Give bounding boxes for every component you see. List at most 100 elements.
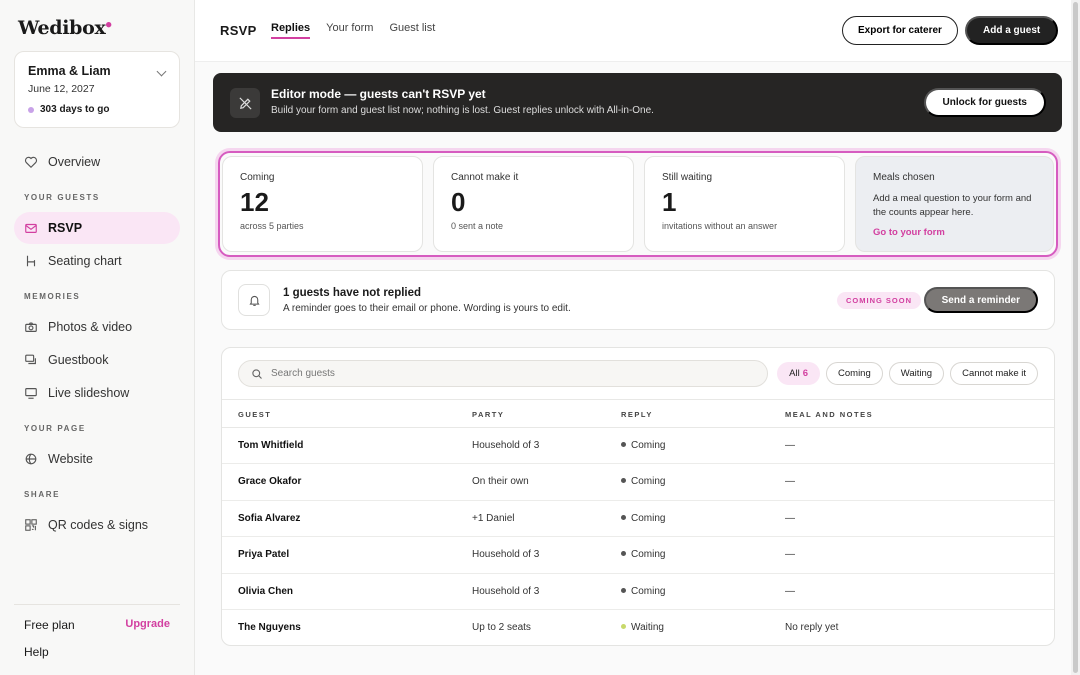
envelope-icon — [24, 221, 38, 235]
guest-party: Household of 3 — [472, 549, 540, 561]
chat-icon — [24, 353, 38, 367]
guest-table: All6 Coming Waiting Cannot make it GUEST… — [221, 347, 1055, 646]
globe-icon — [24, 452, 38, 466]
guest-party: Household of 3 — [472, 440, 540, 451]
table-header: GUEST PARTY REPLY MEAL AND NOTES — [222, 399, 1054, 428]
reply-status-dot-icon — [621, 587, 626, 593]
search-icon — [252, 368, 262, 379]
column-header-party[interactable]: PARTY — [472, 410, 504, 419]
sidebar-item-rsvp[interactable]: RSVP — [14, 212, 180, 244]
banner-title: Editor mode — guests can't RSVP yet — [271, 87, 486, 101]
export-caterer-button[interactable]: Export for caterer — [842, 16, 958, 45]
guest-reply: Coming — [621, 586, 665, 597]
tab-guest-list[interactable]: Guest list — [389, 22, 435, 39]
upgrade-link[interactable]: Upgrade — [125, 618, 170, 632]
page-header: RSVP Replies Your form Guest list Export… — [195, 0, 1080, 62]
guest-name: Priya Patel — [238, 549, 290, 561]
scrollbar-thumb[interactable] — [1073, 2, 1078, 673]
section-label-page: YOUR PAGE — [24, 424, 86, 433]
guest-notes: — — [785, 585, 795, 597]
page-title: RSVP — [220, 23, 257, 38]
tab-your-form[interactable]: Your form — [326, 22, 373, 39]
section-label-memories: MEMORIES — [24, 292, 81, 301]
sidebar-item-qr-codes[interactable]: QR codes & signs — [14, 509, 180, 541]
guest-notes: — — [785, 476, 795, 488]
column-header-guest[interactable]: GUEST — [238, 410, 271, 419]
guest-notes: — — [785, 549, 795, 561]
section-label-share: SHARE — [24, 490, 61, 499]
table-row[interactable]: Sofia Alvarez +1 Daniel Coming — — [222, 501, 1054, 538]
page-scrollbar[interactable] — [1071, 0, 1080, 675]
sidebar-item-photos-video[interactable]: Photos & video — [14, 311, 180, 343]
stat-label: Still waiting — [662, 172, 713, 183]
column-header-reply[interactable]: REPLY — [621, 410, 653, 419]
guest-name: The Nguyens — [238, 622, 301, 633]
qr-code-icon — [24, 518, 38, 532]
edit-off-icon — [230, 88, 260, 118]
countdown: 303 days to go — [28, 104, 166, 115]
filter-waiting[interactable]: Waiting — [888, 362, 945, 385]
guest-reply: Coming — [621, 513, 665, 524]
filter-all[interactable]: All 6 — [777, 362, 821, 385]
table-row[interactable]: Grace Okafor On their own Coming — — [222, 464, 1054, 501]
sidebar-item-label: Seating chart — [48, 254, 122, 268]
search-input[interactable] — [271, 368, 751, 379]
section-label-guests: YOUR GUESTS — [24, 193, 100, 202]
stat-value: 12 — [240, 187, 269, 217]
sidebar-item-label: QR codes & signs — [48, 518, 149, 532]
table-row[interactable]: Tom Whitfield Household of 3 Coming — — [222, 428, 1054, 465]
sidebar-item-label: Photos & video — [48, 320, 133, 334]
guest-name: Sofia Alvarez — [238, 512, 301, 524]
reply-status-dot-icon — [621, 478, 626, 484]
tab-bar: Replies Your form Guest list — [271, 22, 435, 39]
stat-sub: across 5 parties — [240, 221, 304, 231]
guest-party: On their own — [472, 476, 529, 488]
stat-label: Coming — [240, 172, 275, 183]
sidebar-item-guestbook[interactable]: Guestbook — [14, 344, 180, 376]
chair-icon — [24, 254, 38, 268]
bell-icon — [238, 284, 270, 316]
help-link[interactable]: Help — [14, 632, 180, 659]
table-row[interactable]: Priya Patel Household of 3 Coming — — [222, 537, 1054, 574]
status-dot-icon — [28, 106, 34, 113]
go-to-form-link[interactable]: Go to your form — [873, 227, 1036, 238]
guest-name: Grace Okafor — [238, 476, 302, 488]
stat-value: 0 — [451, 187, 466, 217]
guest-party: +1 Daniel — [472, 512, 515, 524]
add-guest-button[interactable]: Add a guest — [965, 16, 1059, 45]
reply-filters: All 6 Coming Waiting Cannot make it — [777, 362, 1038, 385]
tab-replies[interactable]: Replies — [271, 22, 311, 39]
send-reminder-button[interactable]: Send a reminder — [923, 287, 1038, 313]
guest-reply: Waiting — [621, 622, 664, 633]
sidebar-item-overview[interactable]: Overview — [14, 146, 180, 178]
monitor-icon — [24, 386, 38, 400]
search-bar[interactable] — [238, 360, 768, 387]
table-row[interactable]: The Nguyens Up to 2 seats Waiting No reply … — [222, 610, 1054, 645]
sidebar-item-website[interactable]: Website — [14, 443, 180, 475]
guest-party: Up to 2 seats — [472, 622, 531, 633]
stat-sub: invitations without an answer — [662, 221, 778, 231]
guest-reply: Coming — [621, 440, 665, 451]
reply-status-dot-icon — [621, 624, 626, 629]
guest-name: Tom Whitfield — [238, 440, 304, 451]
table-row[interactable]: Olivia Chen Household of 3 Coming — — [222, 574, 1054, 610]
unlock-guests-button[interactable]: Unlock for guests — [923, 88, 1046, 117]
column-header-meal-notes[interactable]: MEAL AND NOTES — [785, 410, 873, 419]
sidebar-item-seating-chart[interactable]: Seating chart — [14, 245, 180, 277]
filter-cannot-make-it[interactable]: Cannot make it — [950, 362, 1038, 385]
reminder-card: 1 guests have not replied A reminder goe… — [221, 270, 1055, 330]
sidebar-item-live-slideshow[interactable]: Live slideshow — [14, 377, 180, 409]
sidebar-item-label: RSVP — [48, 221, 83, 235]
sidebar: Wedibox● Emma & Liam June 12, 2027 303 d… — [0, 0, 195, 675]
sidebar-item-label: Overview — [48, 155, 101, 169]
heart-icon — [24, 155, 38, 169]
reply-status-dot-icon — [621, 442, 626, 447]
filter-coming[interactable]: Coming — [826, 362, 883, 385]
app-logo[interactable]: Wedibox● — [18, 17, 180, 39]
guest-notes: No reply yet — [785, 622, 839, 633]
event-switcher[interactable]: Emma & Liam June 12, 2027 303 days to go — [14, 51, 180, 128]
editor-mode-banner: Editor mode — guests can't RSVP yet Buil… — [213, 73, 1062, 132]
stat-label: Meals chosen — [873, 172, 935, 183]
guest-reply: Coming — [621, 476, 665, 487]
sidebar-item-label: Live slideshow — [48, 386, 130, 400]
